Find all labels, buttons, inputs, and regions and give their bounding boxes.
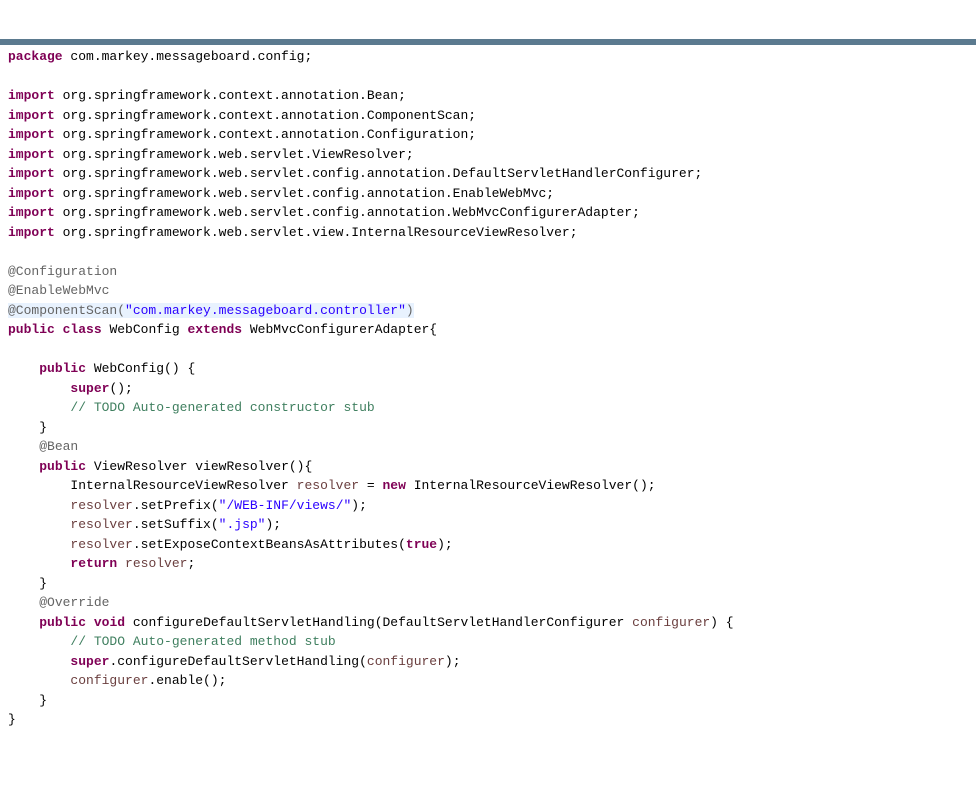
class-name: WebConfig bbox=[102, 322, 188, 337]
keyword-return: return bbox=[70, 556, 117, 571]
code-block: package com.markey.messageboard.config; … bbox=[8, 47, 968, 730]
configurer-var: configurer bbox=[70, 673, 148, 688]
keyword-import: import bbox=[8, 147, 55, 162]
keyword-true: true bbox=[406, 537, 437, 552]
resolver-decl-new: InternalResourceViewResolver(); bbox=[406, 478, 656, 493]
method-sig-1: configureDefaultServletHandling(DefaultS… bbox=[125, 615, 632, 630]
brace-close: } bbox=[39, 576, 47, 591]
brace-close: } bbox=[39, 693, 47, 708]
comment-method: // TODO Auto-generated method stub bbox=[70, 634, 335, 649]
import-1: org.springframework.context.annotation.C… bbox=[55, 108, 476, 123]
import-5: org.springframework.web.servlet.config.a… bbox=[55, 186, 554, 201]
setexpose-open: .setExposeContextBeansAsAttributes( bbox=[133, 537, 406, 552]
keyword-import: import bbox=[8, 127, 55, 142]
package-name: com.markey.messageboard.config; bbox=[63, 49, 313, 64]
viewresolver-sig: ViewResolver viewResolver(){ bbox=[86, 459, 312, 474]
import-0: org.springframework.context.annotation.B… bbox=[55, 88, 406, 103]
import-3: org.springframework.web.servlet.ViewReso… bbox=[55, 147, 414, 162]
keyword-import: import bbox=[8, 205, 55, 220]
keyword-new: new bbox=[383, 478, 406, 493]
ctor-sig: WebConfig() { bbox=[86, 361, 195, 376]
keyword-public: public bbox=[39, 459, 86, 474]
annotation-bean: @Bean bbox=[39, 439, 78, 454]
super-call2-open: .configureDefaultServletHandling( bbox=[109, 654, 366, 669]
keyword-package: package bbox=[8, 49, 63, 64]
annotation-enablewebmvc: @EnableWebMvc bbox=[8, 283, 109, 298]
setsuffix-open: .setSuffix( bbox=[133, 517, 219, 532]
super-call2-close: ); bbox=[445, 654, 461, 669]
import-6: org.springframework.web.servlet.config.a… bbox=[55, 205, 640, 220]
annotation-override: @Override bbox=[39, 595, 109, 610]
setsuffix-string: ".jsp" bbox=[219, 517, 266, 532]
setexpose-close: ); bbox=[437, 537, 453, 552]
import-7: org.springframework.web.servlet.view.Int… bbox=[55, 225, 578, 240]
extends-name: WebMvcConfigurerAdapter{ bbox=[242, 322, 437, 337]
keyword-import: import bbox=[8, 186, 55, 201]
setprefix-string: "/WEB-INF/views/" bbox=[219, 498, 352, 513]
method-sig-2: ) { bbox=[710, 615, 733, 630]
keyword-import: import bbox=[8, 225, 55, 240]
componentscan-string: "com.markey.messageboard.controller" bbox=[125, 303, 406, 318]
resolver-var: resolver bbox=[297, 478, 359, 493]
highlighted-line: @ComponentScan("com.markey.messageboard.… bbox=[8, 303, 414, 318]
annotation-componentscan-close: ) bbox=[406, 303, 414, 318]
annotation-componentscan-open: @ComponentScan( bbox=[8, 303, 125, 318]
top-bar bbox=[0, 39, 976, 45]
comment-ctor: // TODO Auto-generated constructor stub bbox=[70, 400, 374, 415]
keyword-extends: extends bbox=[187, 322, 242, 337]
enable-call: .enable(); bbox=[148, 673, 226, 688]
annotation-configuration: @Configuration bbox=[8, 264, 117, 279]
keyword-public: public bbox=[8, 322, 55, 337]
keyword-import: import bbox=[8, 88, 55, 103]
super-call: (); bbox=[109, 381, 132, 396]
resolver-var: resolver bbox=[70, 537, 132, 552]
resolver-var: resolver bbox=[70, 498, 132, 513]
brace-close: } bbox=[8, 712, 16, 727]
resolver-decl-eq: = bbox=[359, 478, 382, 493]
resolver-var: resolver bbox=[70, 517, 132, 532]
keyword-public: public bbox=[39, 361, 86, 376]
return-semicolon: ; bbox=[187, 556, 195, 571]
keyword-class: class bbox=[63, 322, 102, 337]
brace-close: } bbox=[39, 420, 47, 435]
keyword-void: void bbox=[94, 615, 125, 630]
keyword-import: import bbox=[8, 166, 55, 181]
keyword-import: import bbox=[8, 108, 55, 123]
resolver-var: resolver bbox=[125, 556, 187, 571]
import-2: org.springframework.context.annotation.C… bbox=[55, 127, 476, 142]
resolver-decl-type: InternalResourceViewResolver bbox=[70, 478, 296, 493]
keyword-public: public bbox=[39, 615, 86, 630]
setprefix-open: .setPrefix( bbox=[133, 498, 219, 513]
keyword-super: super bbox=[70, 381, 109, 396]
configurer-var: configurer bbox=[367, 654, 445, 669]
configurer-var: configurer bbox=[632, 615, 710, 630]
setprefix-close: ); bbox=[351, 498, 367, 513]
keyword-super: super bbox=[70, 654, 109, 669]
setsuffix-close: ); bbox=[265, 517, 281, 532]
import-4: org.springframework.web.servlet.config.a… bbox=[55, 166, 703, 181]
